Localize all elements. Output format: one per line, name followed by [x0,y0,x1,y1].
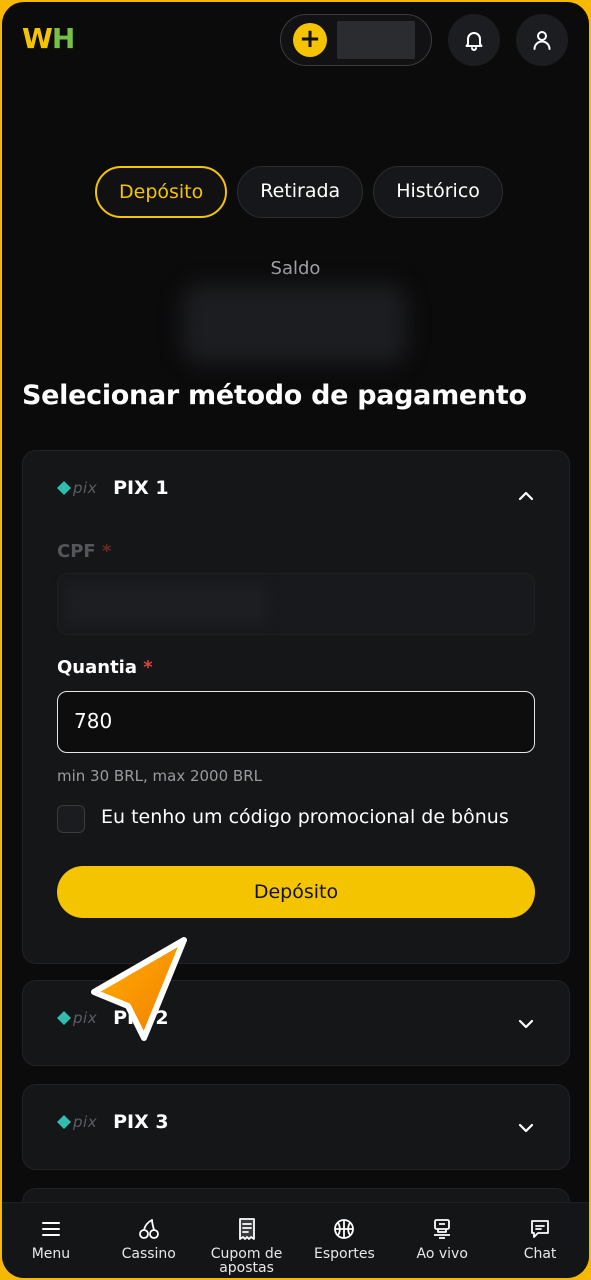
amount-field[interactable]: 780 [57,691,535,753]
amount-label: Quantia * [57,657,153,678]
notifications-button[interactable] [448,14,500,66]
pix-logo: pix [57,1113,97,1131]
cpf-value-redacted [66,584,266,624]
tab-withdraw[interactable]: Retirada [237,166,364,218]
amount-limits-hint: min 30 BRL, max 2000 BRL [57,767,262,785]
pix-diamond-icon [57,1115,71,1129]
pix-logo: pix [57,479,97,497]
chat-icon [531,1220,549,1238]
chevron-down-icon[interactable] [517,1119,535,1137]
promo-code-label[interactable]: Eu tenho um código promocional de bônus [101,806,509,828]
cpf-field[interactable] [57,573,535,635]
card-header[interactable]: pix PIX 1 [57,477,169,499]
receipt-icon [238,1218,255,1240]
wallet-amount-redacted [337,21,415,59]
plus-icon[interactable]: + [293,23,327,57]
tab-deposit[interactable]: Depósito [95,166,228,218]
brand-logo[interactable]: WH [22,22,75,55]
nav-chat[interactable]: Chat [491,1203,589,1278]
user-icon [533,31,551,50]
method-title: PIX 1 [113,477,169,499]
chevron-down-icon[interactable] [517,1015,535,1033]
pointer-arrow-icon [91,937,187,1041]
bell-icon [465,32,483,51]
basketball-icon [334,1219,355,1239]
pix-diamond-icon [57,1011,71,1025]
menu-icon [41,1222,60,1236]
nav-menu[interactable]: Menu [2,1203,100,1278]
nav-live[interactable]: Ao vivo [393,1203,491,1278]
app-frame: WH + Depósito Retirada Histórico Saldo S… [2,2,589,1278]
deposit-submit-button[interactable]: Depósito [57,866,535,918]
wallet-balance-pill[interactable]: + [280,14,432,66]
balance-amount-redacted [182,284,407,364]
card-header[interactable]: pix PIX 3 [57,1111,169,1133]
cherries-icon [138,1219,159,1239]
payment-method-card-pix-1: pix PIX 1 CPF * Quantia * 780 min 30 BRL… [22,450,570,964]
payment-tabs: Depósito Retirada Histórico [95,166,503,218]
balance-label: Saldo [270,258,321,279]
live-icon [434,1219,451,1239]
nav-sports[interactable]: Esportes [295,1203,393,1278]
profile-button[interactable] [516,14,568,66]
nav-bet-slip[interactable]: Cupom de apostas [198,1203,296,1278]
method-title: PIX 3 [113,1111,169,1133]
page-title: Selecionar método de pagamento [22,380,527,411]
chevron-up-icon[interactable] [517,487,535,505]
payment-method-card-pix-3[interactable]: pix PIX 3 [22,1084,570,1170]
pix-diamond-icon [57,481,71,495]
tab-history[interactable]: Histórico [373,166,503,218]
bottom-navigation: Menu Cassino Cupom de apostas Esportes A… [2,1202,589,1278]
nav-casino[interactable]: Cassino [100,1203,198,1278]
promo-code-checkbox[interactable] [57,805,85,833]
cpf-label: CPF * [57,541,112,562]
